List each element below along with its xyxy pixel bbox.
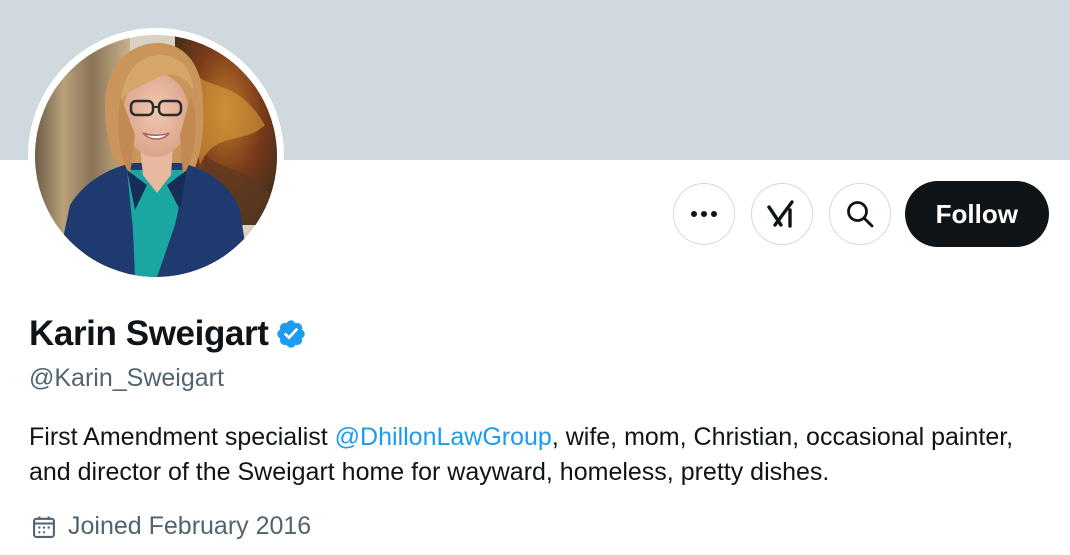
calendar-icon: [30, 513, 58, 541]
bio: First Amendment specialist @DhillonLawGr…: [29, 420, 1039, 490]
more-button[interactable]: [672, 183, 735, 245]
joined-text: Joined February 2016: [68, 512, 312, 540]
grok-button[interactable]: [750, 183, 813, 245]
search-button[interactable]: [828, 183, 891, 245]
follow-button[interactable]: Follow: [904, 181, 1049, 247]
bio-text-start: First Amendment specialist: [29, 423, 335, 451]
profile-actions: Follow: [672, 181, 1049, 247]
verified-badge-icon[interactable]: [275, 318, 307, 350]
avatar-photo: [35, 35, 277, 277]
joined-date: Joined February 2016: [30, 512, 311, 541]
mention-link[interactable]: @DhillonLawGroup: [335, 423, 552, 451]
follow-label: Follow: [935, 198, 1018, 229]
grok-icon: [766, 198, 798, 230]
handle: @Karin_Sweigart: [29, 364, 224, 392]
name-row: Karin Sweigart: [29, 314, 307, 354]
more-icon: [690, 210, 718, 218]
search-icon: [845, 199, 875, 229]
display-name: Karin Sweigart: [29, 314, 269, 353]
avatar[interactable]: [28, 28, 284, 284]
